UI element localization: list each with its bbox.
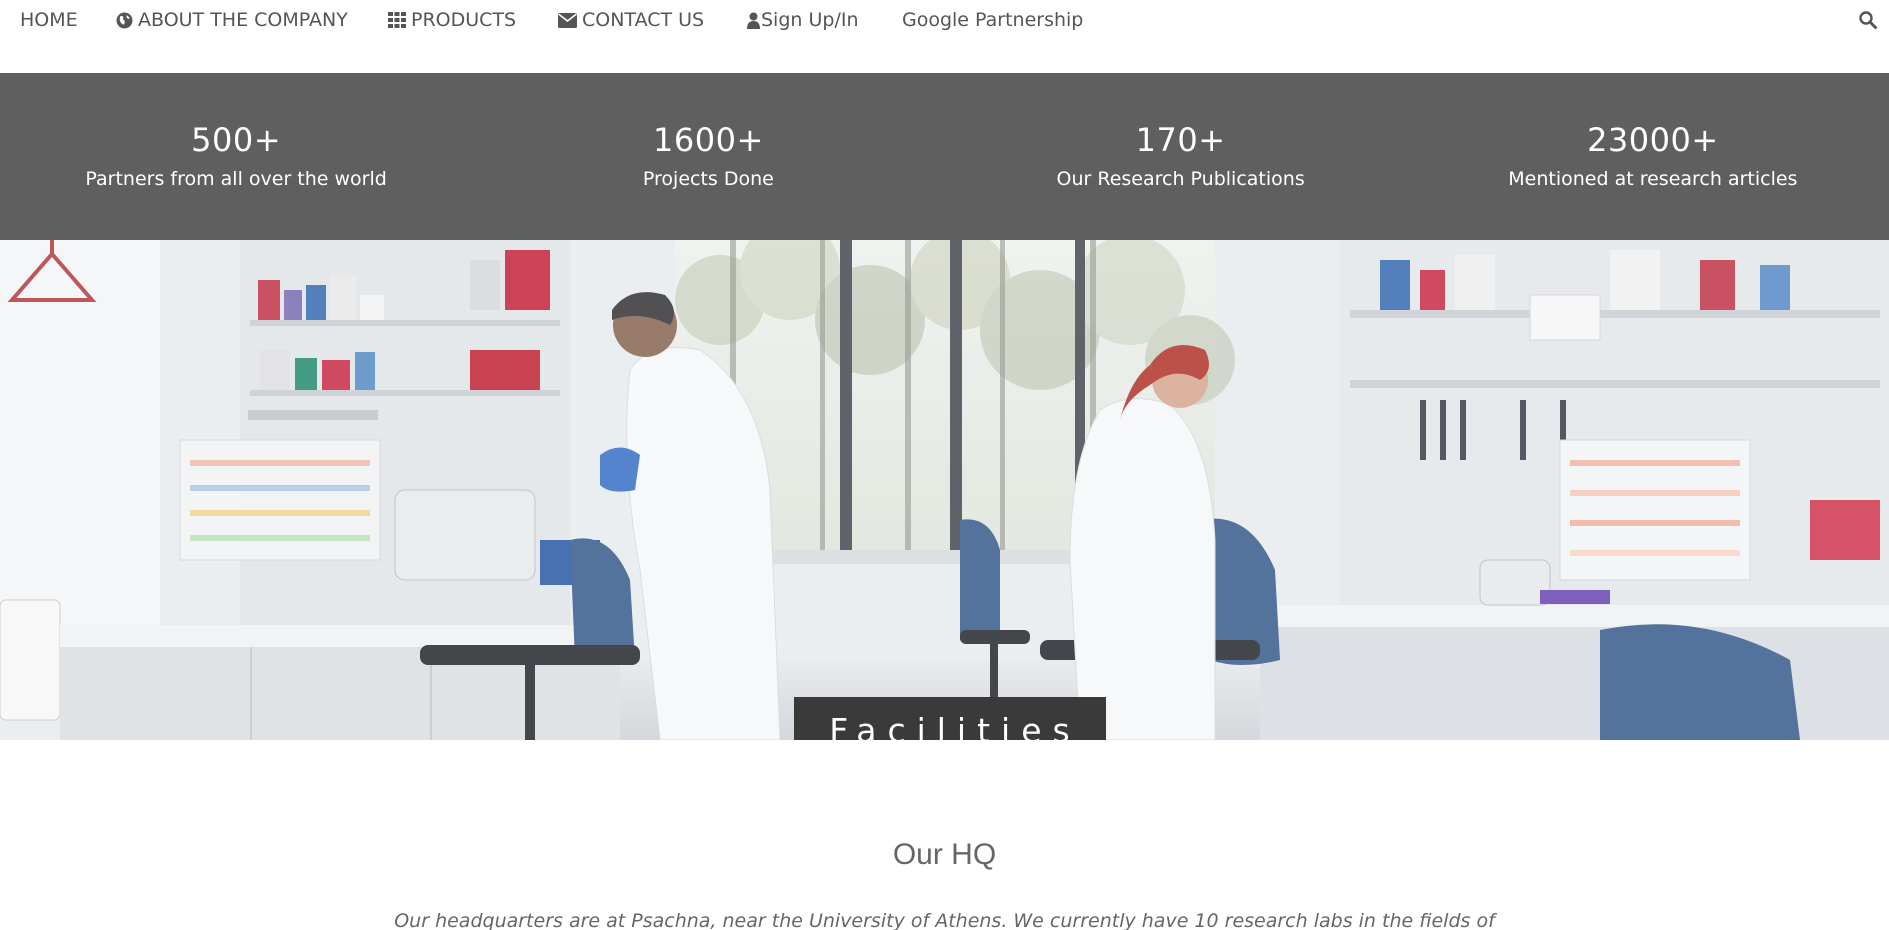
nav-home-link[interactable]: HOME: [20, 9, 78, 31]
stat-label: Our Research Publications: [1056, 168, 1305, 190]
envelope-icon: [558, 12, 577, 28]
search-button[interactable]: [1859, 11, 1877, 33]
stat-label: Partners from all over the world: [85, 168, 387, 190]
grid-icon: [388, 12, 406, 28]
nav-about-label: ABOUT THE COMPANY: [138, 9, 348, 31]
hq-description: Our headquarters are at Psachna, near th…: [394, 910, 1495, 930]
nav-contact-link[interactable]: CONTACT US: [558, 9, 704, 31]
search-icon: [1859, 11, 1877, 29]
nav-home-label: HOME: [20, 9, 78, 31]
nav-signup-label: Sign Up/In: [761, 9, 859, 31]
stat-projects: 1600+ Projects Done: [472, 73, 944, 240]
nav-contact-label: CONTACT US: [582, 9, 705, 31]
stat-mentions: 23000+ Mentioned at research articles: [1417, 73, 1889, 240]
hq-heading: Our HQ: [892, 838, 997, 871]
nav-products-label: PRODUCTS: [411, 9, 517, 31]
nav-google-link[interactable]: Google Partnership: [902, 9, 1083, 31]
stat-value: 500+: [191, 121, 282, 159]
nav-signup-link[interactable]: Sign Up/In: [747, 9, 859, 31]
nav-google-label: Google Partnership: [902, 9, 1084, 31]
stat-label: Mentioned at research articles: [1508, 168, 1798, 190]
stats-bar: 500+ Partners from all over the world 16…: [0, 73, 1889, 240]
facilities-badge[interactable]: Facilities: [794, 697, 1106, 740]
stat-value: 170+: [1135, 121, 1226, 159]
laboratory-photo: [0, 240, 1889, 740]
stat-value: 1600+: [653, 121, 764, 159]
top-navigation: HOME ABOUT THE COMPANY PRODUCTS CONTACT …: [0, 0, 1889, 73]
nav-products-link[interactable]: PRODUCTS: [388, 9, 516, 31]
stat-value: 23000+: [1587, 121, 1719, 159]
stat-partners: 500+ Partners from all over the world: [0, 73, 472, 240]
facilities-badge-label: Facilities: [829, 710, 1081, 741]
stat-publications: 170+ Our Research Publications: [945, 73, 1417, 240]
stat-label: Projects Done: [642, 168, 774, 190]
user-icon: [747, 12, 760, 29]
globe-icon: [116, 12, 133, 28]
facilities-hero: Facilities: [0, 240, 1889, 740]
nav-about-link[interactable]: ABOUT THE COMPANY: [116, 9, 348, 31]
